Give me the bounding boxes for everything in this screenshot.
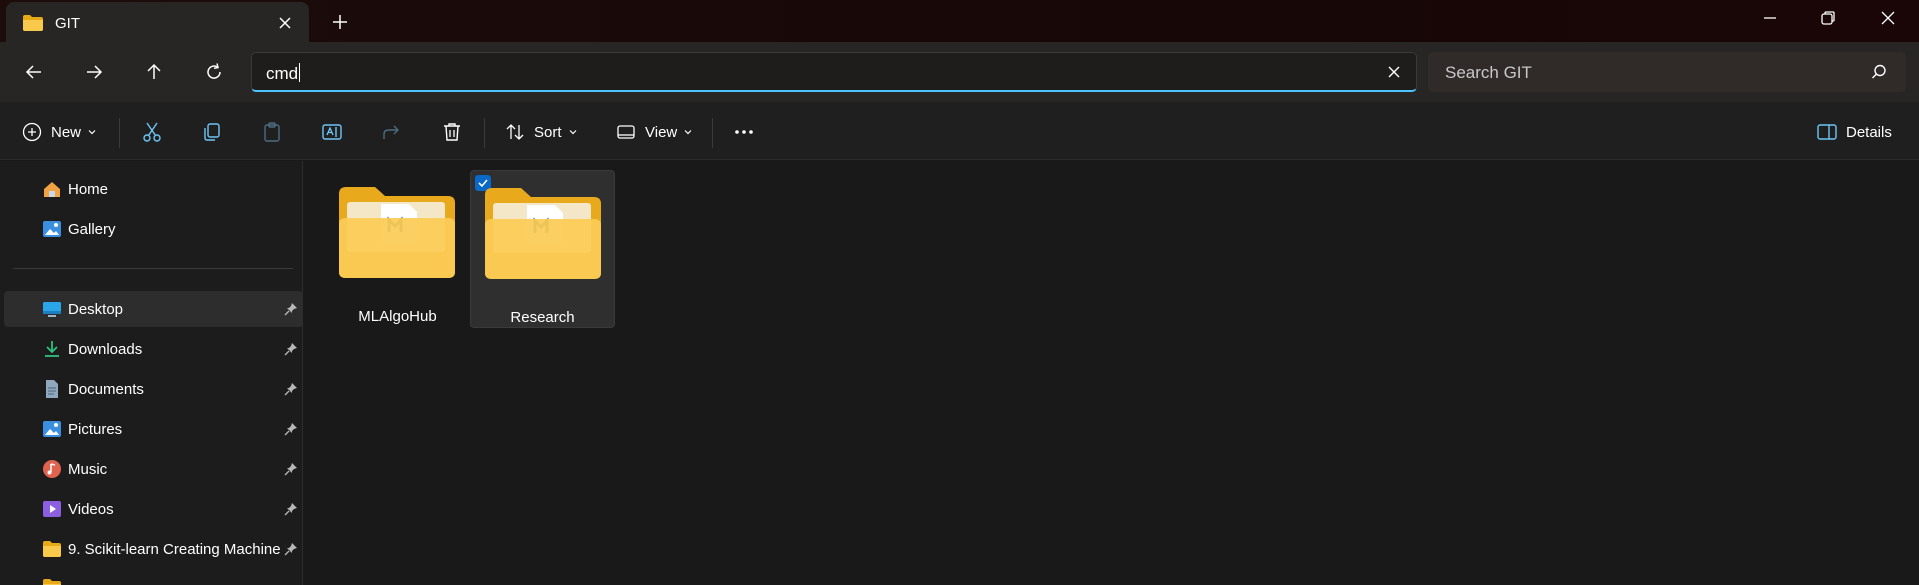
- sidebar-item-downloads[interactable]: Downloads: [4, 331, 303, 367]
- sidebar-item-home[interactable]: Home: [4, 171, 303, 207]
- new-tab-icon[interactable]: [330, 12, 350, 32]
- rename-icon: [322, 124, 342, 140]
- sidebar-item-documents[interactable]: Documents: [4, 371, 303, 407]
- copy-icon: [204, 123, 220, 141]
- videos-icon: [43, 501, 61, 517]
- sidebar-item-videos[interactable]: Videos: [4, 491, 303, 527]
- sidebar-item-music[interactable]: Music: [4, 451, 303, 487]
- file-list: MLAlgoHub Research: [304, 161, 1919, 585]
- music-icon: [43, 460, 61, 478]
- folder-item-mlalgohub[interactable]: MLAlgoHub: [325, 170, 470, 328]
- sidebar-item-desktop[interactable]: Desktop: [4, 291, 303, 327]
- pictures-icon: [43, 421, 61, 437]
- command-bar: New Sort View Details: [0, 102, 1919, 160]
- share-button[interactable]: [380, 120, 404, 144]
- sidebar-item-pictures[interactable]: Pictures: [4, 411, 303, 447]
- address-input[interactable]: cmd: [251, 52, 1417, 92]
- minimize-icon[interactable]: [1760, 8, 1780, 28]
- close-tab-icon[interactable]: [276, 14, 294, 32]
- sidebar-item-label: Music: [68, 461, 108, 478]
- separator: [119, 118, 120, 148]
- folder-icon: [23, 15, 43, 31]
- sort-label: Sort: [534, 123, 562, 141]
- folder-name: Research: [510, 309, 575, 326]
- sort-icon: [506, 124, 524, 140]
- sidebar-item-label: Documents: [68, 381, 144, 398]
- new-label: New: [51, 123, 82, 141]
- desktop-icon: [43, 302, 61, 317]
- plus-circle-icon: [22, 122, 42, 142]
- chevron-down-icon: [88, 130, 96, 135]
- sort-button[interactable]: Sort: [504, 120, 578, 144]
- delete-button[interactable]: [440, 120, 464, 144]
- sidebar-item-label: Desktop: [68, 301, 124, 318]
- trash-icon: [444, 123, 460, 141]
- folder-icon: [485, 188, 601, 279]
- folder-icon: [43, 541, 61, 557]
- divider: [13, 268, 293, 269]
- sidebar-item-label: Pictures: [68, 421, 123, 438]
- forward-arrow-icon[interactable]: [83, 61, 105, 83]
- rename-button[interactable]: [320, 120, 344, 144]
- clear-address-icon[interactable]: [1386, 64, 1402, 80]
- clipboard-icon: [264, 122, 280, 142]
- search-placeholder: Search GIT: [1445, 63, 1532, 82]
- new-button[interactable]: New: [21, 120, 97, 144]
- pin-icon[interactable]: [284, 422, 298, 436]
- restore-icon[interactable]: [1818, 8, 1838, 28]
- refresh-icon[interactable]: [203, 61, 225, 83]
- address-text: cmd: [266, 63, 301, 83]
- close-window-icon[interactable]: [1878, 8, 1898, 28]
- scissors-icon: [143, 122, 161, 142]
- folder-item-research[interactable]: Research: [470, 170, 615, 328]
- title-bar: GIT: [0, 0, 1919, 43]
- folder-icon: [339, 187, 455, 278]
- up-arrow-icon[interactable]: [143, 61, 165, 83]
- home-icon: [44, 182, 60, 197]
- sidebar-item-label: Downloads: [68, 341, 143, 358]
- sidebar-item-scikit-learn-folder[interactable]: 9. Scikit-learn Creating Machine L: [4, 531, 303, 567]
- pin-icon[interactable]: [284, 462, 298, 476]
- navigation-pane: Home Gallery Desktop Downloads Documents…: [0, 161, 303, 585]
- separator: [712, 118, 713, 148]
- details-pane-icon: [1817, 124, 1837, 140]
- downloads-icon: [45, 341, 59, 357]
- sidebar-item-folder-partial[interactable]: [4, 569, 303, 585]
- view-label: View: [645, 123, 678, 141]
- details-button[interactable]: Details: [1816, 120, 1892, 144]
- tab-title: GIT: [55, 15, 80, 32]
- folder-icon: [43, 579, 61, 585]
- search-icon[interactable]: [1870, 63, 1888, 81]
- sidebar-item-gallery[interactable]: Gallery: [4, 211, 303, 247]
- paste-button[interactable]: [260, 120, 284, 144]
- sidebar-item-label: Gallery: [68, 221, 116, 238]
- view-icon: [617, 125, 635, 139]
- separator: [484, 118, 485, 148]
- sidebar-item-label: Home: [68, 181, 109, 198]
- back-arrow-icon[interactable]: [23, 61, 45, 83]
- more-options-button[interactable]: [732, 120, 756, 144]
- pin-icon[interactable]: [284, 542, 298, 556]
- tab-git[interactable]: GIT: [6, 2, 309, 43]
- sidebar-item-label: 9. Scikit-learn Creating Machine L: [68, 541, 286, 558]
- chevron-down-icon: [569, 130, 576, 135]
- pin-icon[interactable]: [284, 342, 298, 356]
- address-row: cmd Search GIT: [0, 42, 1919, 102]
- copy-button[interactable]: [200, 120, 224, 144]
- gallery-icon: [43, 221, 61, 237]
- sidebar-item-label: Videos: [68, 501, 114, 518]
- chevron-down-icon: [684, 130, 692, 135]
- more-icon: [735, 130, 753, 134]
- pin-icon[interactable]: [284, 502, 298, 516]
- search-input[interactable]: Search GIT: [1428, 52, 1906, 92]
- view-button[interactable]: View: [615, 120, 693, 144]
- pin-icon[interactable]: [284, 382, 298, 396]
- cut-button[interactable]: [140, 120, 164, 144]
- pin-icon[interactable]: [284, 302, 298, 316]
- documents-icon: [46, 380, 58, 398]
- share-icon: [383, 125, 399, 139]
- details-label: Details: [1846, 123, 1892, 141]
- folder-name: MLAlgoHub: [358, 308, 437, 325]
